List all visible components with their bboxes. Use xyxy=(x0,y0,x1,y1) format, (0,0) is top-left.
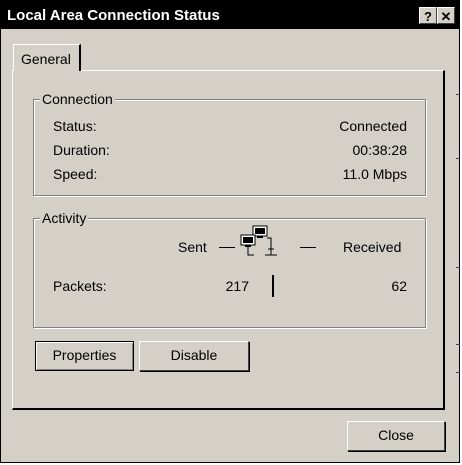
general-tab-panel: Connection Status: Connected Duration: 0… xyxy=(12,70,445,410)
tab-general[interactable]: General xyxy=(13,44,81,71)
speed-label: Speed: xyxy=(53,166,98,182)
edge-tick xyxy=(456,344,460,345)
network-computers-icon xyxy=(239,225,287,274)
properties-button[interactable]: Properties xyxy=(35,341,134,371)
duration-value: 00:38:28 xyxy=(352,142,408,158)
received-label: Received xyxy=(343,239,402,255)
speed-value: 11.0 Mbps xyxy=(342,166,407,182)
status-label: Status: xyxy=(53,118,97,134)
activity-legend: Activity xyxy=(40,210,89,226)
sent-label: Sent xyxy=(178,239,207,255)
activity-group: Activity Sent Received Packets: 217 62 xyxy=(33,210,426,328)
packets-sent-value: 217 xyxy=(225,278,249,294)
window-title: Local Area Connection Status xyxy=(7,7,220,24)
close-window-button[interactable]: ✕ xyxy=(437,7,455,24)
sent-dash xyxy=(219,247,235,248)
edge-tick xyxy=(456,94,460,95)
title-bar[interactable]: Local Area Connection Status ? ✕ xyxy=(1,1,459,29)
close-button[interactable]: Close xyxy=(347,421,445,451)
status-value: Connected xyxy=(339,118,407,134)
help-button[interactable]: ? xyxy=(419,7,437,24)
connection-group: Connection Status: Connected Duration: 0… xyxy=(33,91,426,196)
received-dash xyxy=(300,247,316,248)
edge-tick xyxy=(456,267,460,268)
edge-tick xyxy=(456,158,460,159)
activity-divider xyxy=(272,275,274,297)
duration-label: Duration: xyxy=(53,142,110,158)
packets-received-value: 62 xyxy=(391,278,407,294)
connection-legend: Connection xyxy=(40,91,115,107)
packets-label: Packets: xyxy=(53,278,107,294)
disable-button[interactable]: Disable xyxy=(139,341,249,371)
status-dialog: Local Area Connection Status ? ✕ General… xyxy=(0,0,460,463)
edge-tick xyxy=(456,372,460,373)
